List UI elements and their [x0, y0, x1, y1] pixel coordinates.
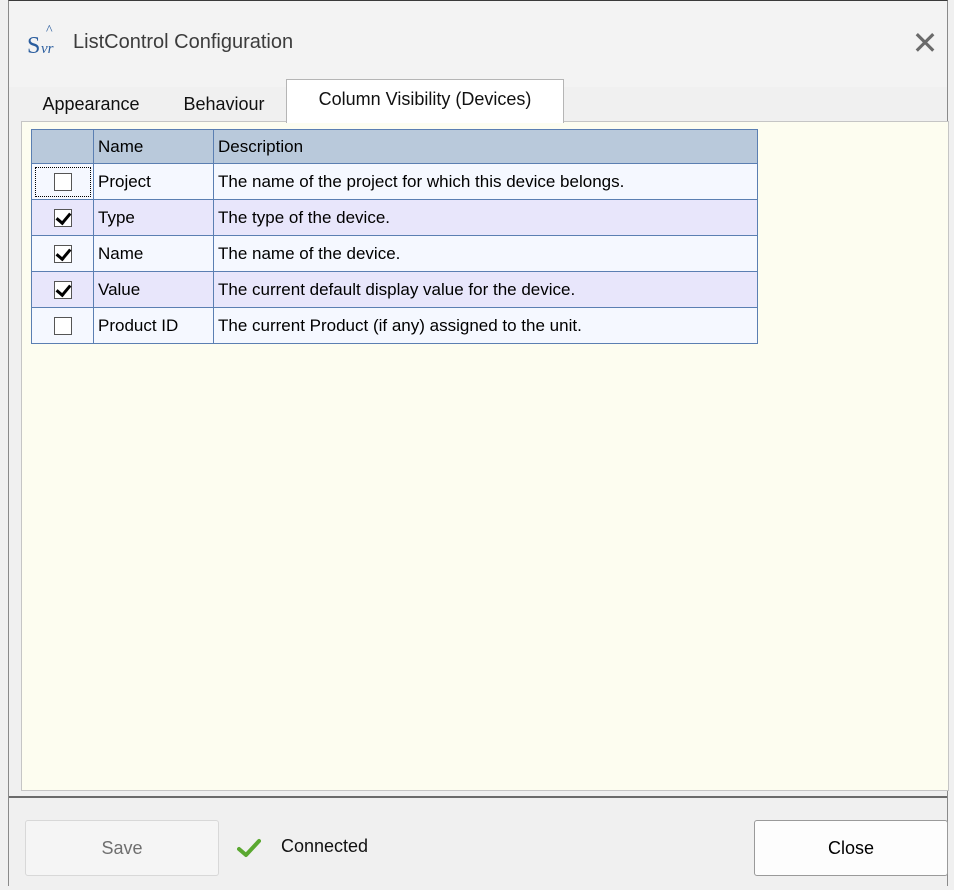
row-visibility-cell[interactable]	[31, 199, 94, 236]
connection-status: Connected	[281, 836, 369, 856]
row-description: The name of the device.	[213, 235, 758, 272]
table-row[interactable]: Type The type of the device.	[31, 199, 758, 236]
row-name: Type	[93, 199, 214, 236]
row-visibility-cell[interactable]	[31, 235, 94, 272]
close-icon[interactable]: ✕	[909, 27, 941, 59]
visibility-checkbox[interactable]	[53, 208, 72, 227]
table-row[interactable]: Project The name of the project for whic…	[31, 163, 758, 200]
row-description: The type of the device.	[213, 199, 758, 236]
table-row[interactable]: Name The name of the device.	[31, 235, 758, 272]
row-description: The current default display value for th…	[213, 271, 758, 308]
dialog-footer: Save Connected Close	[9, 798, 948, 886]
row-name: Product ID	[93, 307, 214, 344]
row-visibility-cell[interactable]	[31, 307, 94, 344]
app-icon: S ^ vr	[27, 23, 54, 59]
tab-strip: Appearance Behaviour Column Visibility (…	[21, 79, 939, 123]
grid-header-row: Name Description	[31, 129, 758, 164]
grid-header-checkbox-column[interactable]	[31, 129, 94, 164]
tab-content-panel: Name Description Project The name of the…	[21, 121, 949, 791]
grid-header-name[interactable]: Name	[93, 129, 214, 164]
tab-appearance[interactable]: Appearance	[21, 89, 161, 121]
green-check-icon	[237, 839, 261, 857]
row-name: Name	[93, 235, 214, 272]
grid-header-description[interactable]: Description	[213, 129, 758, 164]
close-button[interactable]: Close	[754, 820, 948, 876]
save-button[interactable]: Save	[25, 820, 219, 876]
tab-column-visibility-devices[interactable]: Column Visibility (Devices)	[286, 79, 564, 123]
visibility-checkbox[interactable]	[53, 316, 72, 335]
row-description: The name of the project for which this d…	[213, 163, 758, 200]
tab-behaviour[interactable]: Behaviour	[163, 89, 285, 121]
row-description: The current Product (if any) assigned to…	[213, 307, 758, 344]
window-title: ListControl Configuration	[73, 31, 294, 53]
visibility-checkbox[interactable]	[53, 172, 72, 191]
column-visibility-grid: Name Description Project The name of the…	[31, 129, 758, 344]
row-visibility-cell[interactable]	[31, 271, 94, 308]
title-bar[interactable]: S ^ vr ListControl Configuration ✕	[9, 1, 947, 87]
row-visibility-cell[interactable]	[31, 163, 94, 200]
dialog-window: S ^ vr ListControl Configuration ✕ Appea…	[8, 0, 949, 886]
visibility-checkbox[interactable]	[53, 280, 72, 299]
table-row[interactable]: Product ID The current Product (if any) …	[31, 307, 758, 344]
visibility-checkbox[interactable]	[53, 244, 72, 263]
table-row[interactable]: Value The current default display value …	[31, 271, 758, 308]
row-name: Project	[93, 163, 214, 200]
row-name: Value	[93, 271, 214, 308]
